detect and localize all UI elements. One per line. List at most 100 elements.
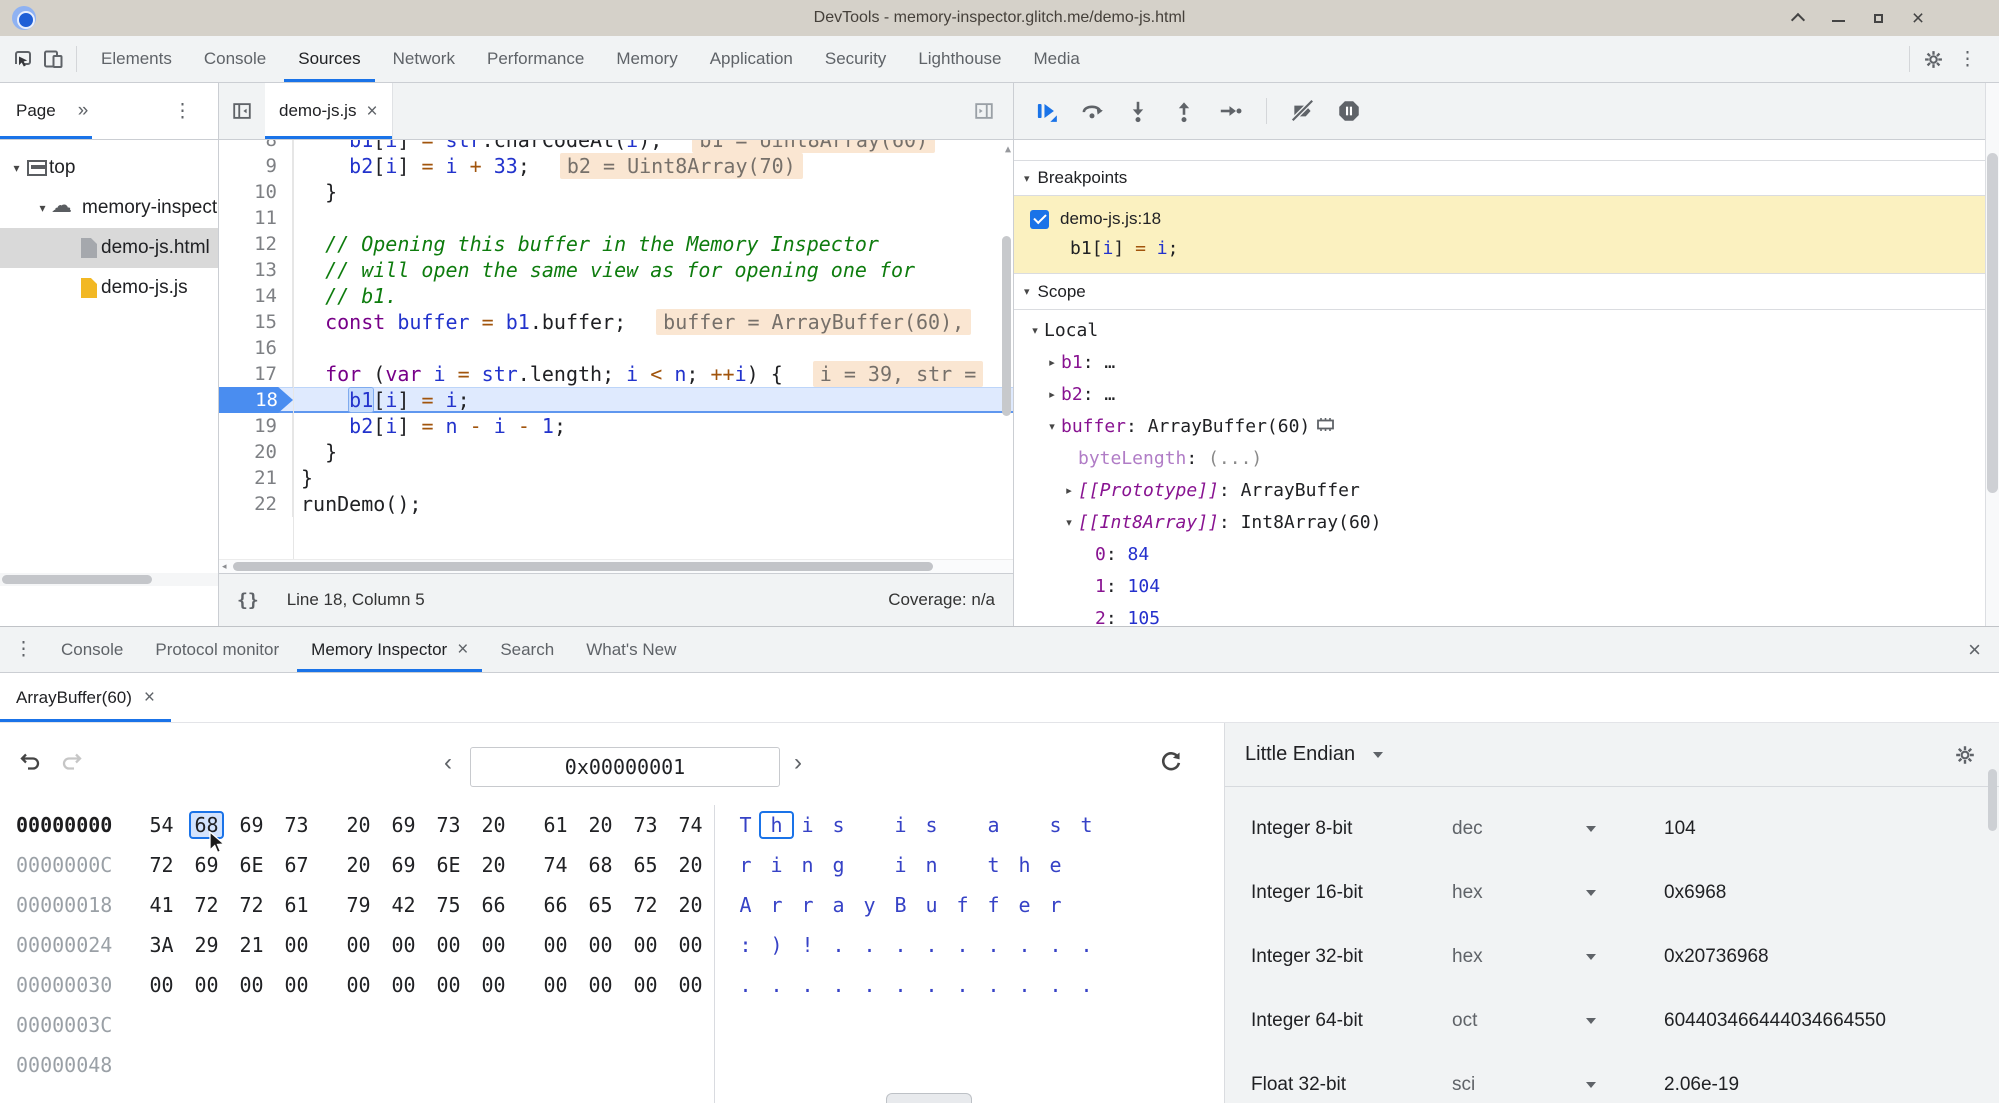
ascii-char[interactable]: f xyxy=(978,893,1009,917)
hex-byte[interactable]: 74 xyxy=(540,853,571,877)
hex-byte[interactable]: 66 xyxy=(478,893,509,917)
device-toolbar-icon[interactable] xyxy=(38,44,68,74)
ascii-char[interactable]: . xyxy=(916,933,947,957)
scope-arrow[interactable]: ▸ xyxy=(1043,356,1061,369)
hex-byte[interactable]: 75 xyxy=(433,893,464,917)
ascii-char[interactable] xyxy=(854,813,885,837)
next-page-icon[interactable]: › xyxy=(794,749,802,777)
more-options-menu-icon[interactable]: ⋮ xyxy=(1948,48,1987,71)
hex-byte[interactable]: 20 xyxy=(675,853,706,877)
line-number[interactable]: 16 xyxy=(219,335,293,361)
hex-byte[interactable]: 6E xyxy=(433,853,464,877)
code-text[interactable]: } xyxy=(293,179,337,205)
ascii-char[interactable]: h xyxy=(1009,853,1040,877)
step-over-button[interactable] xyxy=(1074,93,1110,129)
ascii-char[interactable]: a xyxy=(823,893,854,917)
drawer-tab-what-s-new[interactable]: What's New xyxy=(570,627,692,672)
ascii-char[interactable]: r xyxy=(1040,893,1071,917)
code-text[interactable]: b1[i] = str.charCodeAt(i); b1 = Uint8Arra… xyxy=(293,140,936,153)
ascii-char[interactable]: . xyxy=(1009,973,1040,997)
tab-lighthouse[interactable]: Lighthouse xyxy=(902,36,1017,82)
scope-row-b2[interactable]: ▸ b2: … xyxy=(1014,378,1985,410)
scope-row-int8array[interactable]: ▾ [[Int8Array]]: Int8Array(60) xyxy=(1014,506,1985,538)
hex-byte[interactable]: 72 xyxy=(191,893,222,917)
editor-horizontal-scrollbar[interactable]: ◂ xyxy=(219,559,1013,573)
hex-address[interactable]: 00000018 xyxy=(0,893,146,917)
hex-byte[interactable]: 00 xyxy=(630,973,661,997)
tree-item-memory-inspector-glitch-me[interactable]: ▾ memory-inspector.glitch.me xyxy=(0,188,218,228)
hex-byte[interactable]: 00 xyxy=(388,933,419,957)
scope-row-buffer[interactable]: ▾ buffer: ArrayBuffer(60) xyxy=(1014,410,1985,442)
hex-byte[interactable]: 42 xyxy=(388,893,419,917)
tab-media[interactable]: Media xyxy=(1018,36,1096,82)
scope-section-header[interactable]: ▾ Scope xyxy=(1014,274,1985,310)
code-text[interactable]: b1[i] = i; xyxy=(293,387,470,413)
memory-chip-icon[interactable] xyxy=(1316,416,1335,437)
hex-byte[interactable]: 00 xyxy=(540,933,571,957)
hex-byte[interactable]: 61 xyxy=(540,813,571,837)
close-icon[interactable]: × xyxy=(144,688,155,707)
ascii-char[interactable]: i xyxy=(761,853,792,877)
scope-arrow[interactable]: ▾ xyxy=(1043,420,1061,433)
line-number[interactable]: 10 xyxy=(219,179,293,205)
scope-arrow[interactable]: ▸ xyxy=(1060,484,1078,497)
ascii-char[interactable]: i xyxy=(885,813,916,837)
hex-byte[interactable]: 69 xyxy=(236,813,267,837)
ascii-char[interactable]: T xyxy=(730,813,761,837)
line-number[interactable]: 22 xyxy=(219,491,293,517)
code-text[interactable]: const buffer = b1.buffer; buffer = ArrayB… xyxy=(293,309,972,335)
hex-byte[interactable]: 00 xyxy=(343,973,374,997)
hex-byte[interactable]: 54 xyxy=(146,813,177,837)
tree-arrow[interactable]: ▾ xyxy=(34,201,51,215)
hex-byte[interactable]: 73 xyxy=(433,813,464,837)
ascii-char[interactable]: . xyxy=(885,973,916,997)
scope-arrow[interactable]: ▾ xyxy=(1026,324,1044,337)
code-text[interactable] xyxy=(293,335,301,361)
hex-byte[interactable]: 69 xyxy=(388,813,419,837)
navigator-menu-icon[interactable]: ⋮ xyxy=(163,100,202,123)
hex-byte[interactable]: 00 xyxy=(540,973,571,997)
close-icon[interactable]: × xyxy=(366,102,377,121)
line-number[interactable]: 13 xyxy=(219,257,293,283)
line-number[interactable]: 8 xyxy=(219,140,293,153)
ascii-char[interactable] xyxy=(1071,853,1102,877)
ascii-char[interactable]: . xyxy=(823,973,854,997)
hex-byte[interactable]: 00 xyxy=(675,933,706,957)
hex-byte[interactable]: 00 xyxy=(478,973,509,997)
hex-byte[interactable]: 00 xyxy=(433,933,464,957)
hex-byte[interactable]: 20 xyxy=(343,813,374,837)
drawer-tab-memory-inspector[interactable]: Memory Inspector × xyxy=(295,627,484,672)
endianness-dropdown[interactable]: Little Endian xyxy=(1245,743,1355,766)
navigator-horizontal-scrollbar[interactable] xyxy=(0,573,218,586)
ascii-char[interactable]: . xyxy=(1071,973,1102,997)
refresh-icon[interactable] xyxy=(1158,749,1184,780)
code-text[interactable]: } xyxy=(293,439,337,465)
tab-security[interactable]: Security xyxy=(809,36,902,82)
hex-byte[interactable]: 69 xyxy=(388,853,419,877)
line-number[interactable]: 20 xyxy=(219,439,293,465)
line-number[interactable]: 21 xyxy=(219,465,293,491)
settings-gear-icon[interactable] xyxy=(1918,44,1948,74)
ascii-char[interactable]: h xyxy=(761,813,792,837)
ascii-char[interactable]: . xyxy=(885,933,916,957)
code-text[interactable]: // Opening this buffer in the Memory Ins… xyxy=(293,231,879,257)
ascii-char[interactable]: . xyxy=(978,973,1009,997)
hex-byte[interactable]: 65 xyxy=(630,853,661,877)
hex-byte[interactable]: 00 xyxy=(585,933,616,957)
window-close-icon[interactable]: × xyxy=(1909,8,1927,29)
hex-byte[interactable]: 00 xyxy=(585,973,616,997)
hex-address[interactable]: 00000000 xyxy=(0,813,146,837)
line-number[interactable]: 19 xyxy=(219,413,293,439)
ascii-char[interactable]: n xyxy=(792,853,823,877)
partial-button[interactable] xyxy=(886,1093,972,1103)
line-number[interactable]: 17 xyxy=(219,361,293,387)
tab-console[interactable]: Console xyxy=(188,36,282,82)
hex-address[interactable]: 00000024 xyxy=(0,933,146,957)
ascii-char[interactable]: . xyxy=(1040,973,1071,997)
ascii-char[interactable]: f xyxy=(947,893,978,917)
ascii-char[interactable]: . xyxy=(947,933,978,957)
hex-byte[interactable]: 73 xyxy=(630,813,661,837)
hex-byte[interactable]: 00 xyxy=(388,973,419,997)
format-dropdown[interactable]: hex xyxy=(1452,882,1568,904)
code-text[interactable]: // will open the same view as for openin… xyxy=(293,257,915,283)
